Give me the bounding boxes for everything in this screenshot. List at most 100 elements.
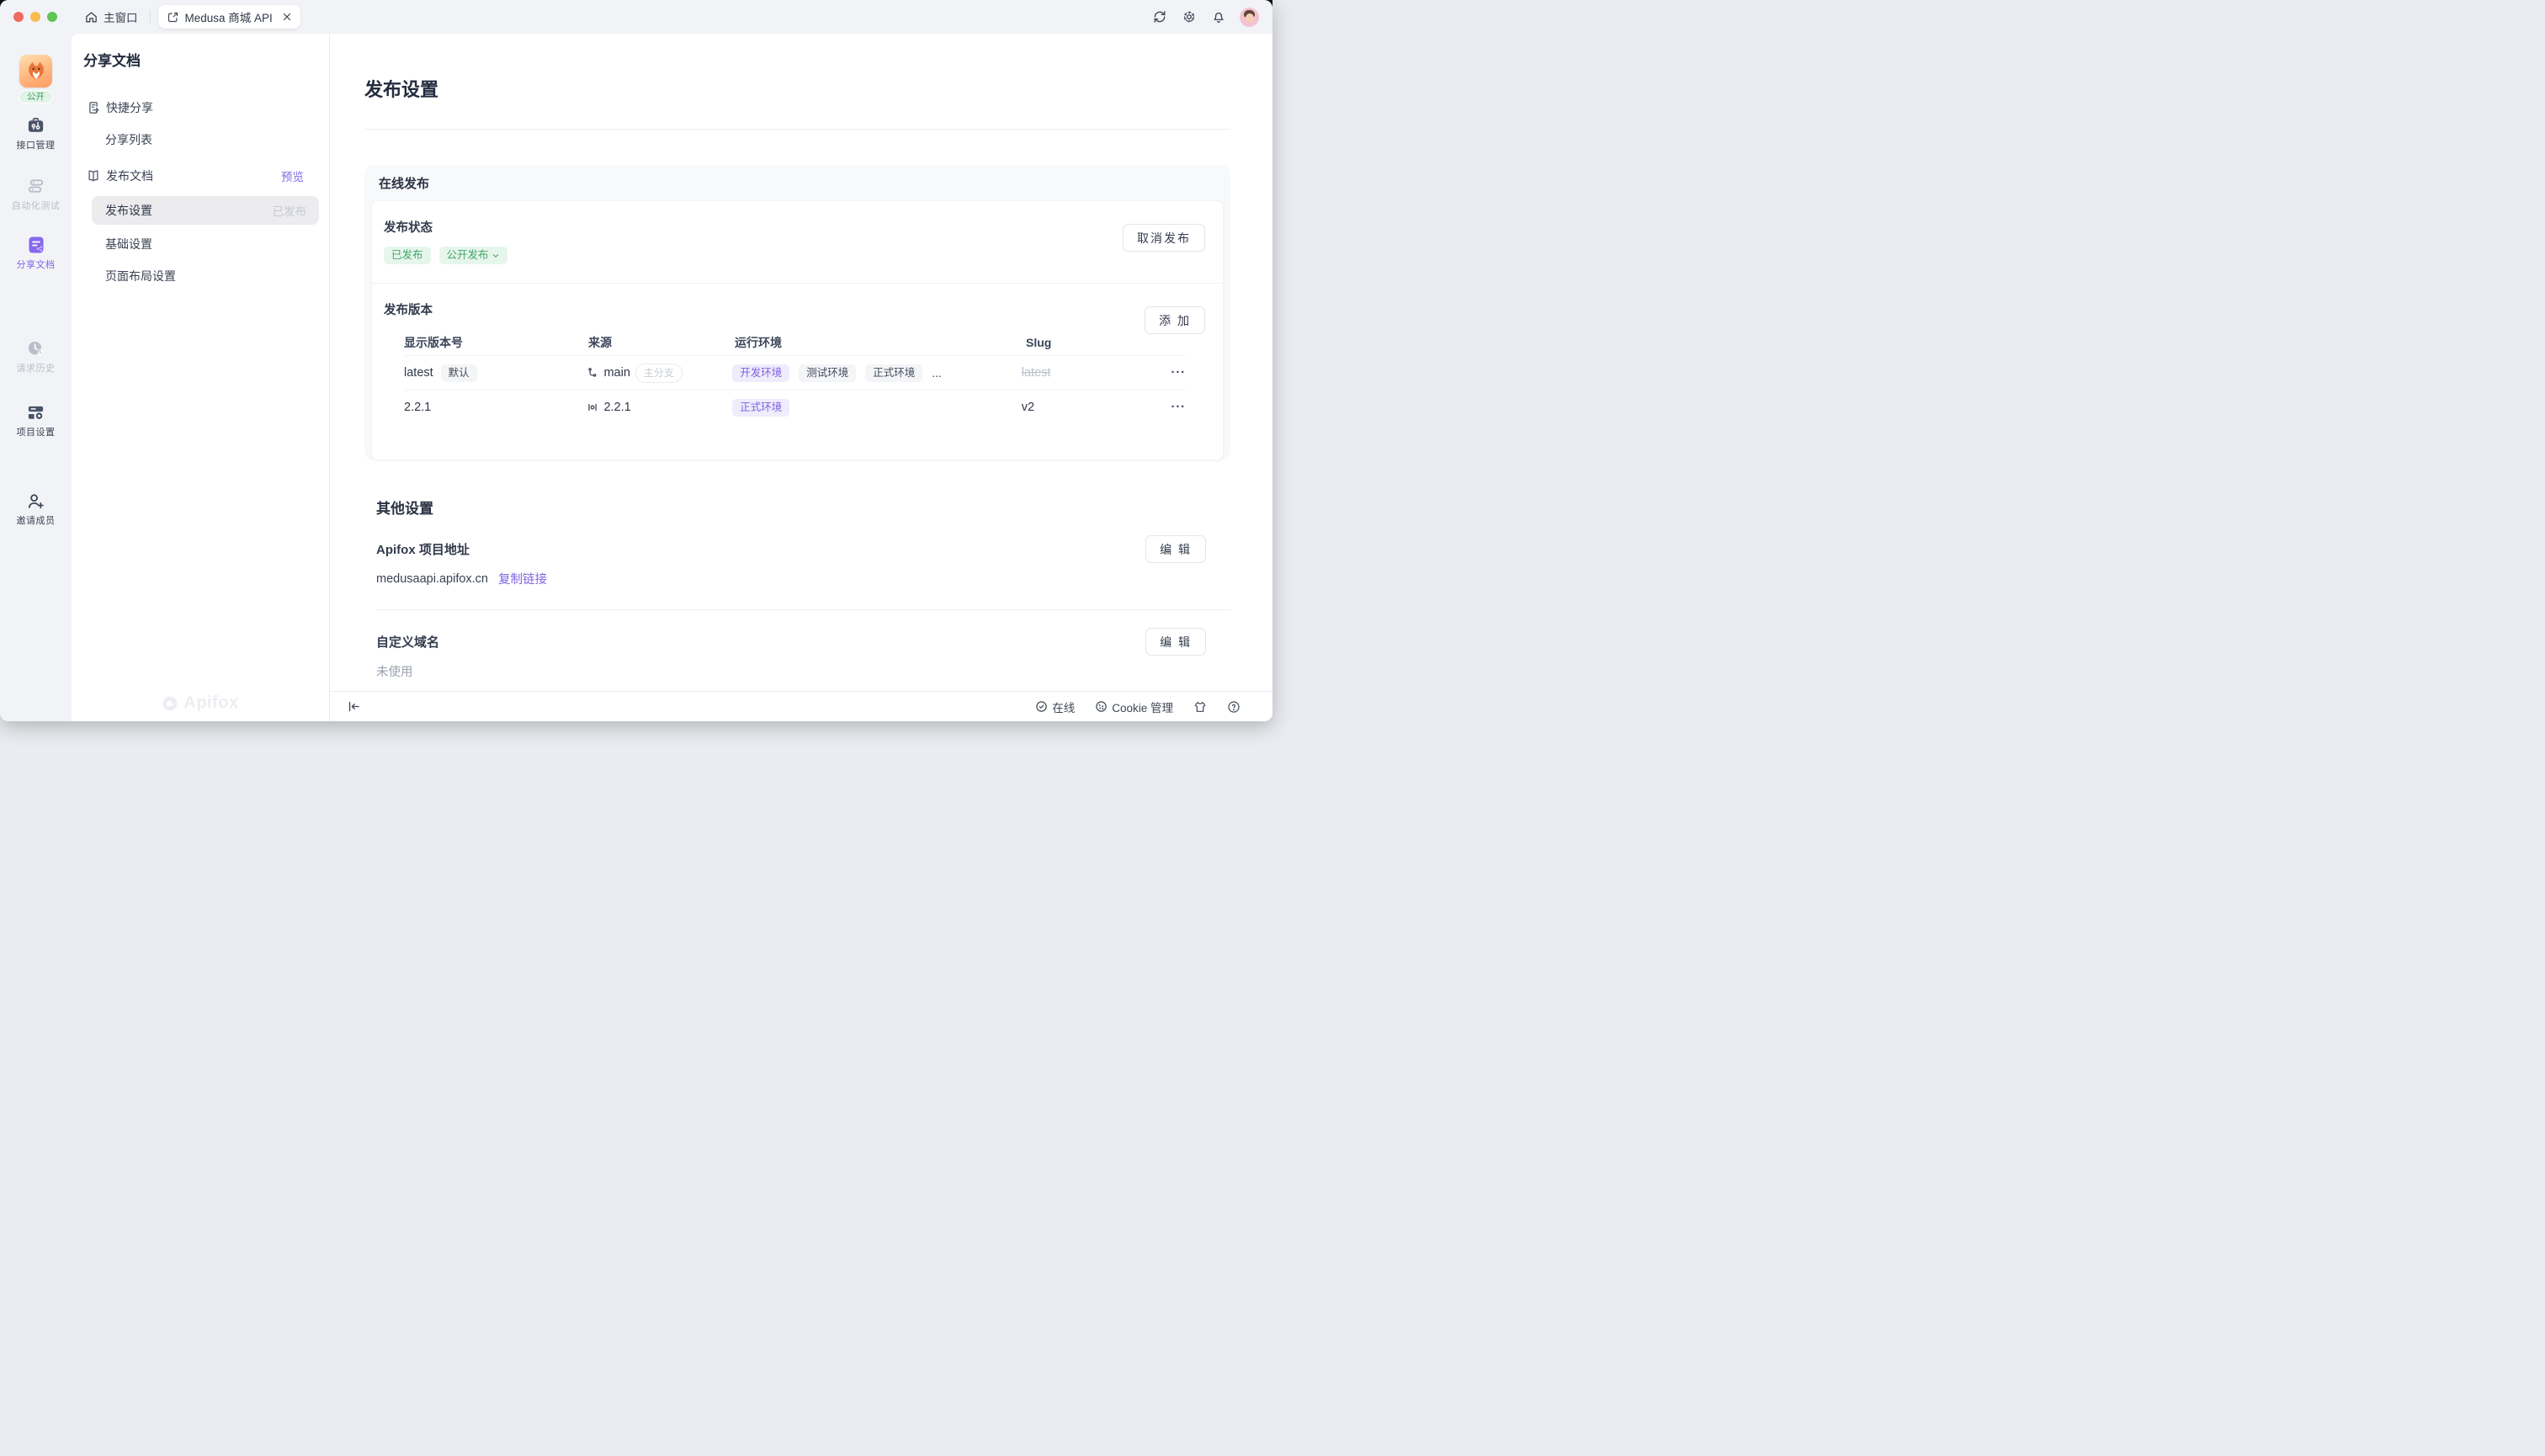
edit-project-url-button[interactable]: 编 辑 [1145, 535, 1206, 563]
project-url-value: medusaapi.apifox.cn [376, 572, 488, 586]
cookie-manager-label: Cookie 管理 [1112, 699, 1173, 715]
custom-domain-item: 自定义域名 未使用 编 辑 [376, 609, 1230, 691]
project-logo[interactable] [19, 55, 52, 88]
env-badge-prod: 正式环境 [865, 364, 922, 382]
check-circle-icon [1035, 700, 1048, 713]
add-version-button[interactable]: 添 加 [1145, 306, 1205, 334]
env-badge-test: 测试环境 [799, 364, 856, 382]
version-row-latest[interactable]: latest 默认 main 主分支 [404, 355, 1186, 390]
rail-item-request-history[interactable]: 请求历史 [17, 338, 56, 375]
home-tab[interactable]: 主窗口 [82, 8, 150, 25]
version-tag-icon [587, 401, 598, 413]
apifox-logo-icon [162, 695, 178, 712]
request-history-icon [26, 338, 46, 359]
tab-separator [150, 10, 151, 24]
online-publish-card: 在线发布 发布状态 已发布 公开发布 取消发布 [364, 165, 1230, 460]
rail-label: 请求历史 [17, 361, 56, 375]
sidebar-item-publish-settings-active[interactable]: 发布设置 已发布 [92, 196, 319, 225]
quick-share-doc-icon [86, 100, 101, 115]
api-management-icon [26, 115, 46, 136]
rail-label: 自动化测试 [12, 199, 61, 212]
version-value: latest [404, 366, 433, 380]
custom-domain-label: 自定义域名 [376, 633, 1230, 651]
share-docs-icon [26, 235, 46, 255]
chevron-down-icon [491, 252, 500, 260]
tab-close-icon[interactable] [282, 12, 292, 22]
sidebar: 分享文档 快捷分享 分享列表 发布文档 预览 [72, 34, 330, 721]
tab-medusa-api[interactable]: Medusa 商城 API [158, 5, 300, 29]
publish-versions-label: 发布版本 [384, 300, 1206, 318]
main-branch-badge: 主分支 [635, 364, 683, 383]
env-more-ellipsis: ... [932, 366, 942, 380]
project-visibility-badge: 公开 [19, 90, 53, 104]
invite-members-icon [26, 491, 46, 511]
env-badge-dev: 开发环境 [732, 364, 789, 382]
version-value: 2.2.1 [404, 401, 431, 414]
other-settings-section: 其他设置 Apifox 项目地址 medusaapi.apifox.cn 复制链… [364, 497, 1230, 691]
titlebar: 主窗口 Medusa 商城 API [0, 0, 1272, 34]
row-actions-more-icon[interactable]: ··· [1172, 401, 1187, 414]
col-header-source: 来源 [588, 334, 735, 351]
main-panel: 发布设置 在线发布 发布状态 已发布 公开发布 [330, 34, 1272, 721]
copy-link[interactable]: 复制链接 [498, 570, 547, 587]
status-published-badge: 已发布 [384, 247, 431, 264]
source-value: main [603, 366, 630, 380]
project-url-label: Apifox 项目地址 [376, 540, 1230, 558]
slug-value: v2 [1022, 401, 1034, 414]
sidebar-item-layout-settings[interactable]: 页面布局设置 [72, 260, 329, 292]
preview-link[interactable]: 预览 [281, 167, 329, 184]
window-controls [13, 12, 57, 22]
rail-item-invite-members[interactable]: 邀请成员 [17, 491, 56, 527]
publish-versions-section: 发布版本 添 加 显示版本号 来源 运行环境 Slug [372, 283, 1223, 460]
rail-item-api-management[interactable]: 接口管理 [17, 115, 56, 151]
minimize-window-button[interactable] [30, 12, 40, 22]
fox-logo-icon [24, 59, 49, 84]
source-value: 2.2.1 [603, 401, 630, 414]
sidebar-item-label: 发布文档 [106, 167, 153, 184]
home-tab-label: 主窗口 [104, 8, 138, 25]
sidebar-item-label: 发布设置 [105, 202, 152, 219]
rail-label: 邀请成员 [17, 513, 56, 527]
main-scroll-area[interactable]: 发布设置 在线发布 发布状态 已发布 公开发布 [330, 34, 1272, 691]
app-window: 主窗口 Medusa 商城 API [0, 0, 1272, 721]
publish-status-label: 发布状态 [384, 218, 1206, 236]
other-settings-title: 其他设置 [376, 497, 1230, 518]
user-avatar[interactable] [1240, 8, 1259, 27]
version-row-221[interactable]: 2.2.1 2.2.1 正式环境 [404, 390, 1186, 424]
sidebar-item-quick-share[interactable]: 快捷分享 [72, 92, 329, 124]
rail-item-automated-testing[interactable]: 自动化测试 [12, 176, 61, 212]
git-branch-icon [587, 367, 598, 379]
published-status-tag: 已发布 [273, 202, 307, 219]
online-status[interactable]: 在线 [1035, 699, 1075, 715]
sidebar-item-publish-doc[interactable]: 发布文档 预览 [72, 160, 329, 192]
cookie-manager[interactable]: Cookie 管理 [1095, 699, 1173, 715]
sidebar-item-label: 快捷分享 [106, 99, 153, 116]
sidebar-item-label: 基础设置 [105, 236, 152, 252]
project-url-item: Apifox 项目地址 medusaapi.apifox.cn 复制链接 编 辑 [376, 518, 1230, 609]
refresh-icon[interactable] [1150, 7, 1170, 27]
status-bar: 在线 Cookie 管理 [330, 691, 1272, 721]
status-public-dropdown[interactable]: 公开发布 [439, 247, 507, 264]
close-window-button[interactable] [13, 12, 24, 22]
rail-item-project-settings[interactable]: 项目设置 [17, 402, 56, 438]
row-actions-more-icon[interactable]: ··· [1172, 366, 1187, 380]
collapse-sidebar-icon[interactable] [347, 699, 361, 714]
sidebar-item-basic-settings[interactable]: 基础设置 [72, 228, 329, 260]
notifications-bell-icon[interactable] [1209, 7, 1229, 27]
rail-item-share-docs[interactable]: 分享文档 [17, 235, 56, 271]
left-rail: 公开 接口管理 自动化测试 分享文档 [0, 34, 72, 721]
settings-gear-icon[interactable] [1179, 7, 1199, 27]
zoom-window-button[interactable] [47, 12, 57, 22]
sidebar-item-share-list[interactable]: 分享列表 [72, 124, 329, 156]
help-icon[interactable] [1227, 700, 1241, 714]
apifox-watermark-text: Apifox [183, 693, 238, 713]
env-badge-prod: 正式环境 [732, 399, 789, 417]
cancel-publish-button[interactable]: 取消发布 [1123, 224, 1205, 252]
theme-shirt-icon[interactable] [1193, 700, 1207, 714]
open-book-icon [86, 168, 101, 183]
title-divider [364, 129, 1230, 130]
sidebar-title: 分享文档 [72, 49, 329, 70]
rail-label: 分享文档 [17, 258, 56, 271]
edit-custom-domain-button[interactable]: 编 辑 [1145, 628, 1206, 656]
publish-status-section: 发布状态 已发布 公开发布 取消发布 [372, 201, 1223, 283]
